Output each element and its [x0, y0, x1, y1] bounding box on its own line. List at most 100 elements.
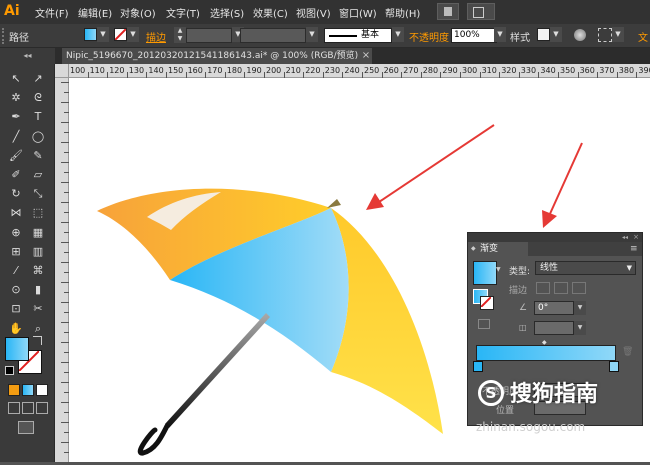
pencil-tool-icon[interactable]: ✎ — [30, 148, 46, 164]
draw-inside-icon[interactable] — [36, 402, 48, 414]
default-colors-icon[interactable] — [5, 366, 14, 375]
stroke-across-icon[interactable] — [572, 282, 586, 294]
collapse-panel-icon[interactable]: ◂◂ — [622, 233, 628, 242]
close-panel-icon[interactable]: × — [633, 233, 639, 242]
stroke-weight-field[interactable] — [186, 28, 232, 43]
brush-style-field[interactable]: 基本 — [324, 28, 392, 43]
free-transform-tool-icon[interactable]: ⬚ — [30, 205, 46, 221]
brush-style-dropdown[interactable]: ▼ — [392, 27, 404, 42]
menu-help[interactable]: 帮助(H) — [385, 5, 420, 20]
stroke-within-icon[interactable] — [536, 282, 550, 294]
stroke-mini-swatch[interactable] — [480, 296, 494, 310]
ruler-tick — [61, 422, 69, 423]
menu-select[interactable]: 选择(S) — [210, 5, 244, 20]
align-options-dropdown[interactable]: ▼ — [612, 27, 624, 42]
gradient-preview-swatch[interactable] — [473, 261, 497, 285]
blend-tool-icon[interactable]: ⌘ — [30, 263, 46, 279]
blob-brush-tool-icon[interactable]: ✐ — [8, 167, 24, 183]
menu-object[interactable]: 对象(O) — [120, 5, 156, 20]
gradient-type-select[interactable]: 线性 ▼ — [535, 261, 636, 275]
stroke-swatch[interactable] — [114, 28, 127, 41]
stroke-weight-label[interactable]: 描边 — [146, 29, 166, 44]
color-mode-icon[interactable] — [8, 384, 20, 396]
mesh-tool-icon[interactable]: ⊞ — [8, 244, 24, 260]
menu-type[interactable]: 文字(T) — [166, 5, 200, 20]
menu-effect[interactable]: 效果(C) — [253, 5, 288, 20]
selection-tool-icon[interactable]: ↖ — [8, 71, 24, 87]
none-mode-icon[interactable] — [36, 384, 48, 396]
fill-dropdown-arrow[interactable]: ▼ — [97, 27, 109, 42]
variable-width-dropdown[interactable]: ▼ — [306, 27, 318, 42]
document-tab[interactable]: Nipic_5196670_20120320121541186143.ai* @… — [62, 48, 372, 64]
gradient-tab[interactable]: 渐变 — [468, 242, 528, 256]
fill-swatch[interactable] — [84, 28, 97, 41]
eyedropper-tool-icon[interactable]: ⁄ — [8, 263, 24, 279]
screen-mode-icon[interactable] — [18, 421, 34, 434]
pen-tool-icon[interactable]: ✒ — [8, 109, 24, 125]
eraser-tool-icon[interactable]: ▱ — [30, 167, 46, 183]
stroke-dropdown-arrow[interactable]: ▼ — [127, 27, 139, 42]
angle-input[interactable]: 0° — [534, 301, 574, 315]
paintbrush-tool-icon[interactable]: 🖌 — [8, 148, 24, 164]
artboard-tool-icon[interactable]: ⊡ — [8, 301, 24, 317]
bridge-icon[interactable] — [437, 3, 459, 20]
transform-label[interactable]: 文 — [638, 29, 648, 44]
variable-width-field[interactable] — [240, 28, 306, 43]
ruler-origin[interactable] — [55, 64, 69, 78]
swap-colors-icon[interactable] — [33, 336, 42, 345]
stroke-along-icon[interactable] — [554, 282, 568, 294]
aspect-input[interactable] — [534, 321, 574, 335]
hand-tool-icon[interactable]: ✋ — [8, 321, 24, 337]
gradient-panel-titlebar[interactable]: ◂◂ × — [468, 233, 642, 242]
fill-color-swatch[interactable] — [5, 337, 29, 361]
perspective-grid-tool-icon[interactable]: ▦ — [30, 225, 46, 241]
width-tool-icon[interactable]: ⋈ — [8, 205, 24, 221]
graphic-style-dropdown[interactable]: ▼ — [550, 27, 562, 42]
menu-view[interactable]: 视图(V) — [296, 5, 331, 20]
vertical-ruler[interactable] — [55, 78, 69, 462]
scale-tool-icon[interactable]: ⤡ — [30, 186, 46, 202]
angle-dropdown[interactable]: ▼ — [574, 301, 586, 315]
opacity-dropdown[interactable]: ▼ — [494, 27, 506, 42]
delete-stop-icon[interactable]: 🗑 — [622, 347, 633, 357]
shape-builder-tool-icon[interactable]: ⊕ — [8, 225, 24, 241]
ellipse-tool-icon[interactable]: ◯ — [30, 129, 46, 145]
horizontal-ruler[interactable]: 100 110 120 130 140 150 160 170 180 190 200 210 220 2… — [62, 64, 650, 78]
reverse-gradient-icon[interactable] — [478, 319, 490, 329]
line-tool-icon[interactable]: ╱ — [8, 129, 24, 145]
panel-menu-icon[interactable]: ≡ — [630, 244, 638, 254]
gradient-preset-dropdown[interactable]: ▼ — [496, 266, 501, 273]
stroke-weight-stepper[interactable]: ▲ ▼ — [174, 27, 186, 43]
gradient-stop-left[interactable] — [473, 361, 483, 372]
column-graph-tool-icon[interactable]: ▮ — [30, 282, 46, 298]
rotate-tool-icon[interactable]: ↻ — [8, 186, 24, 202]
toolbar-collapse-icon[interactable]: ◂◂ — [0, 48, 55, 64]
slice-tool-icon[interactable]: ✂ — [30, 301, 46, 317]
gradient-stop-right[interactable] — [609, 361, 619, 372]
aspect-dropdown[interactable]: ▼ — [574, 321, 586, 335]
gradient-tool-icon[interactable]: ▥ — [30, 244, 46, 260]
graphic-style-swatch[interactable] — [537, 28, 550, 41]
recolor-artwork-icon[interactable] — [574, 29, 586, 41]
opacity-input[interactable]: 100% — [451, 28, 497, 43]
direct-selection-tool-icon[interactable]: ↗ — [30, 71, 46, 87]
draw-normal-icon[interactable] — [8, 402, 20, 414]
draw-behind-icon[interactable] — [22, 402, 34, 414]
lasso-tool-icon[interactable]: ᘓ — [30, 90, 46, 106]
close-tab-icon[interactable]: × — [360, 48, 372, 64]
zoom-tool-icon[interactable]: ⌕ — [30, 321, 46, 337]
symbol-sprayer-tool-icon[interactable]: ⊙ — [8, 282, 24, 298]
menu-file[interactable]: 文件(F) — [35, 5, 69, 20]
arrange-documents-icon[interactable] — [467, 3, 495, 20]
type-tool-icon[interactable]: T — [30, 109, 46, 125]
panel-toggle-icon[interactable]: ◆ — [471, 245, 476, 252]
gradient-slider[interactable] — [476, 345, 616, 361]
gradient-mode-icon[interactable] — [22, 384, 34, 396]
chevron-down-icon: ▼ — [626, 264, 632, 272]
opacity-label[interactable]: 不透明度 — [409, 29, 449, 44]
align-options-icon[interactable] — [598, 28, 612, 42]
menu-edit[interactable]: 编辑(E) — [78, 5, 112, 20]
magic-wand-tool-icon[interactable]: ✲ — [8, 90, 24, 106]
aspect-icon: ◫ — [519, 323, 527, 332]
menu-window[interactable]: 窗口(W) — [339, 5, 377, 20]
